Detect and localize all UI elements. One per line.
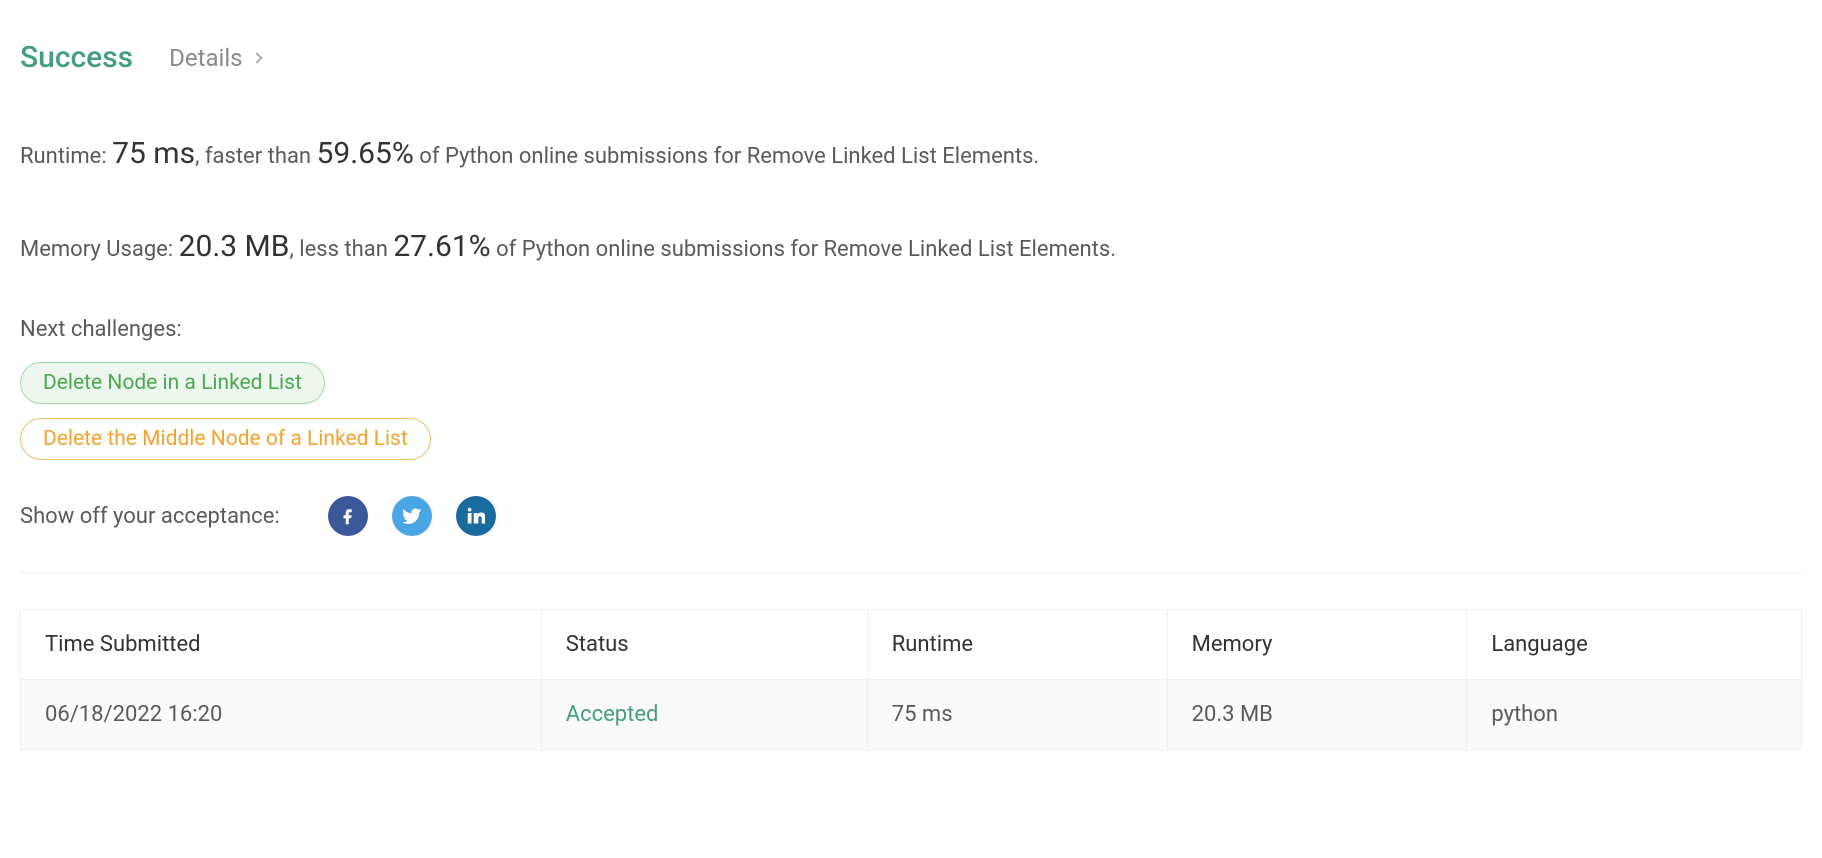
details-text: Details — [169, 44, 242, 72]
facebook-icon[interactable] — [328, 496, 368, 536]
td-runtime: 75 ms — [867, 680, 1167, 750]
td-time: 06/18/2022 16:20 — [21, 680, 542, 750]
runtime-percent: 59.65% — [317, 136, 414, 171]
td-language: python — [1467, 680, 1802, 750]
runtime-stat: Runtime: 75 ms, faster than 59.65% of Py… — [20, 131, 1802, 176]
memory-tail: of Python online submissions for Remove … — [491, 237, 1116, 262]
th-status: Status — [541, 610, 867, 680]
runtime-value: 75 ms — [112, 136, 195, 171]
challenge-pill-medium[interactable]: Delete the Middle Node of a Linked List — [20, 418, 431, 460]
next-challenges-label: Next challenges: — [20, 317, 1802, 342]
memory-percent: 27.61% — [393, 229, 490, 264]
td-status[interactable]: Accepted — [541, 680, 867, 750]
status-label: Success — [20, 40, 133, 75]
runtime-tail: of Python online submissions for Remove … — [414, 144, 1039, 169]
twitter-icon[interactable] — [392, 496, 432, 536]
runtime-label: Runtime: — [20, 144, 112, 169]
chevron-right-icon — [251, 52, 262, 63]
submissions-table: Time Submitted Status Runtime Memory Lan… — [20, 609, 1802, 750]
th-runtime: Runtime — [867, 610, 1167, 680]
linkedin-icon[interactable] — [456, 496, 496, 536]
runtime-sep1: , faster than — [195, 144, 316, 169]
td-memory: 20.3 MB — [1167, 680, 1467, 750]
th-language: Language — [1467, 610, 1802, 680]
table-row[interactable]: 06/18/2022 16:20 Accepted 75 ms 20.3 MB … — [21, 680, 1802, 750]
details-link[interactable]: Details — [169, 44, 260, 72]
memory-label: Memory Usage: — [20, 237, 179, 262]
memory-value: 20.3 MB — [179, 229, 290, 264]
share-label: Show off your acceptance: — [20, 504, 280, 529]
challenge-pill-easy[interactable]: Delete Node in a Linked List — [20, 362, 325, 404]
memory-stat: Memory Usage: 20.3 MB, less than 27.61% … — [20, 224, 1802, 269]
memory-sep1: , less than — [289, 237, 393, 262]
th-memory: Memory — [1167, 610, 1467, 680]
th-time: Time Submitted — [21, 610, 542, 680]
